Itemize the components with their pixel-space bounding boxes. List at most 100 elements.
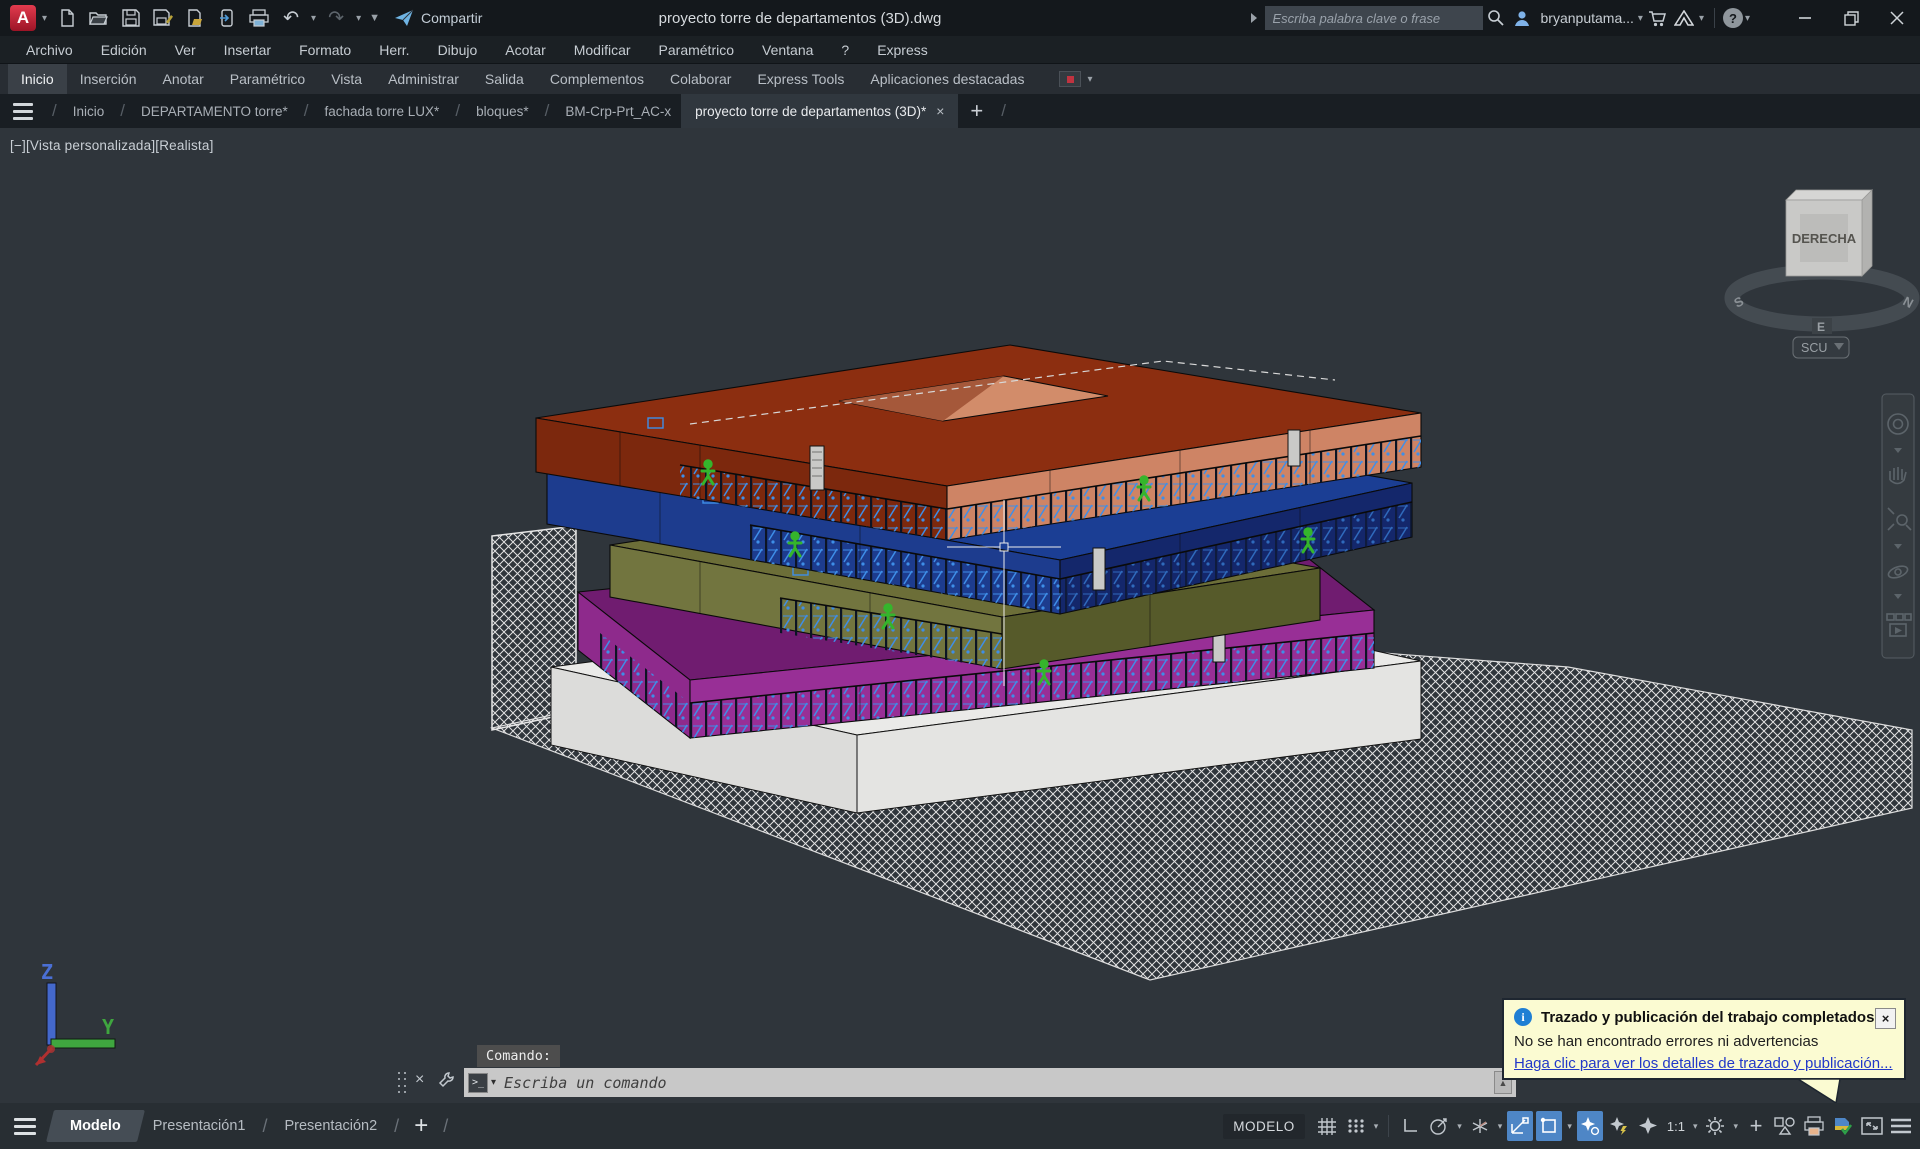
osnap-dropdown-icon[interactable]: ▾ [1565, 1121, 1574, 1132]
compass-east-label[interactable]: E [1817, 320, 1825, 334]
command-bar-close-icon[interactable]: × [415, 1071, 424, 1089]
layout-tabs-menu-icon[interactable] [0, 1118, 50, 1135]
save-button[interactable] [117, 4, 145, 32]
command-customize-icon[interactable] [438, 1071, 456, 1089]
plot-status-button[interactable] [1801, 1111, 1827, 1141]
polar-tracking-toggle[interactable] [1426, 1111, 1452, 1141]
autodesk-logo[interactable] [1671, 5, 1697, 31]
clean-screen-button[interactable] [1859, 1111, 1885, 1141]
command-input-bar[interactable]: >_ ▾ Escriba un comando ▲ [464, 1068, 1516, 1097]
search-icon[interactable] [1483, 5, 1509, 31]
command-recent-dropdown-icon[interactable]: ▾ [491, 1077, 496, 1088]
annotation-visibility-toggle[interactable] [1577, 1111, 1603, 1141]
help-button[interactable]: ? [1723, 8, 1743, 28]
ribbon-tab-administrar[interactable]: Administrar [375, 64, 472, 94]
ribbon-display-toggle[interactable]: ▾ [1059, 64, 1094, 94]
new-layout-button[interactable]: + [404, 1112, 438, 1140]
redo-dropdown-icon[interactable]: ▾ [354, 13, 363, 24]
ribbon-tab-aplicaciones-destacadas[interactable]: Aplicaciones destacadas [857, 64, 1037, 94]
viewport-controls[interactable]: [−][Vista personalizada][Realista] [10, 138, 214, 153]
menu-parametrico[interactable]: Paramétrico [645, 42, 748, 58]
model-space-viewport[interactable]: S N E DERECHA SCU [0, 128, 1920, 1103]
isolate-objects-button[interactable] [1772, 1111, 1798, 1141]
plot-details-button[interactable] [1830, 1111, 1856, 1141]
menu-insertar[interactable]: Insertar [210, 42, 285, 58]
isodraft-dropdown-icon[interactable]: ▾ [1496, 1121, 1505, 1132]
search-expand-icon[interactable] [1249, 12, 1259, 24]
grid-toggle[interactable] [1314, 1111, 1340, 1141]
snap-toggle[interactable] [1343, 1111, 1369, 1141]
close-button[interactable] [1874, 0, 1920, 36]
menu-ver[interactable]: Ver [161, 42, 210, 58]
view-cube[interactable]: S N E DERECHA [1731, 190, 1916, 334]
viewcube-side-face[interactable] [1862, 190, 1872, 276]
ribbon-tab-anotar[interactable]: Anotar [150, 64, 217, 94]
osnap-tracking-toggle[interactable] [1507, 1111, 1533, 1141]
save-to-mobile-button[interactable] [213, 4, 241, 32]
command-input-placeholder[interactable]: Escriba un comando [504, 1074, 667, 1092]
open-file-button[interactable] [85, 4, 113, 32]
ribbon-tab-vista[interactable]: Vista [318, 64, 375, 94]
menu-express[interactable]: Express [863, 42, 942, 58]
undo-button[interactable]: ↶ [277, 4, 305, 32]
layout-tab-presentacion1[interactable]: Presentación1 [141, 1110, 258, 1142]
ribbon-tab-inicio[interactable]: Inicio [8, 64, 67, 94]
isodraft-toggle[interactable] [1467, 1111, 1493, 1141]
model-space-button[interactable]: MODELO [1223, 1114, 1305, 1139]
redo-button[interactable]: ↷ [322, 4, 350, 32]
ribbon-tab-parametrico[interactable]: Paramétrico [217, 64, 318, 94]
tray-add-button[interactable]: + [1743, 1111, 1769, 1141]
notification-details-link[interactable]: Haga clic para ver los detalles de traza… [1514, 1055, 1894, 1072]
user-dropdown-icon[interactable]: ▾ [1636, 13, 1645, 24]
restore-button[interactable] [1828, 0, 1874, 36]
annotation-scale-icon[interactable] [1635, 1111, 1661, 1141]
ribbon-tab-complementos[interactable]: Complementos [537, 64, 657, 94]
command-bar-grip[interactable] [398, 1072, 408, 1094]
new-drawing-tab-button[interactable]: + [958, 94, 995, 128]
signed-in-user[interactable]: bryanputama... [1541, 10, 1634, 26]
qat-customize-button[interactable]: ▼ [367, 12, 382, 24]
ribbon-display-dropdown-icon[interactable]: ▾ [1085, 74, 1094, 85]
autocad-app-logo[interactable]: A [10, 5, 36, 31]
open-from-web-button[interactable] [181, 4, 209, 32]
menu-acotar[interactable]: Acotar [491, 42, 559, 58]
workspace-settings-button[interactable] [1702, 1111, 1728, 1141]
osnap-toggle[interactable] [1536, 1111, 1562, 1141]
status-customization-button[interactable] [1888, 1111, 1914, 1141]
settings-dropdown-icon[interactable]: ▾ [1731, 1121, 1740, 1132]
notification-close-button[interactable]: × [1875, 1008, 1896, 1029]
help-dropdown-icon[interactable]: ▾ [1743, 13, 1752, 24]
layout-tab-presentacion2[interactable]: Presentación2 [272, 1110, 389, 1142]
doc-tab-fachada-torre-lux[interactable]: fachada torre LUX* [315, 94, 450, 128]
annotation-scale-button[interactable]: 1:1 [1664, 1119, 1688, 1134]
doc-tab-close-icon[interactable]: × [936, 103, 944, 119]
viewcube-compass-ring[interactable] [1732, 272, 1912, 324]
annotation-autoscale-toggle[interactable] [1606, 1111, 1632, 1141]
menu-ventana[interactable]: Ventana [748, 42, 827, 58]
share-button[interactable]: Compartir [394, 9, 482, 27]
autodesk-dropdown-icon[interactable]: ▾ [1697, 13, 1706, 24]
menu-formato[interactable]: Formato [285, 42, 365, 58]
doc-tab-proyecto-torre-active[interactable]: proyecto torre de departamentos (3D)* × [681, 94, 958, 128]
ribbon-tab-colaborar[interactable]: Colaborar [657, 64, 744, 94]
ribbon-tab-salida[interactable]: Salida [472, 64, 537, 94]
app-store-cart-icon[interactable] [1645, 5, 1671, 31]
ortho-toggle[interactable] [1397, 1111, 1423, 1141]
command-prompt-icon[interactable]: >_ [468, 1073, 488, 1093]
app-menu-dropdown-icon[interactable]: ▾ [40, 13, 49, 24]
menu-ayuda[interactable]: ? [827, 42, 863, 58]
snap-dropdown-icon[interactable]: ▾ [1372, 1121, 1381, 1132]
new-file-button[interactable] [53, 4, 81, 32]
save-as-button[interactable] [149, 4, 177, 32]
plot-button[interactable] [245, 4, 273, 32]
user-avatar-icon[interactable] [1509, 5, 1535, 31]
doc-tab-bloques[interactable]: bloques* [466, 94, 539, 128]
doc-tab-departamento-torre[interactable]: DEPARTAMENTO torre* [131, 94, 298, 128]
menu-archivo[interactable]: Archivo [12, 42, 87, 58]
doc-tab-inicio[interactable]: Inicio [63, 94, 115, 128]
undo-dropdown-icon[interactable]: ▾ [309, 13, 318, 24]
ucs-dropdown-button[interactable]: SCU [1793, 337, 1849, 358]
menu-edicion[interactable]: Edición [87, 42, 161, 58]
menu-herramientas[interactable]: Herr. [365, 42, 423, 58]
scale-dropdown-icon[interactable]: ▾ [1691, 1121, 1700, 1132]
